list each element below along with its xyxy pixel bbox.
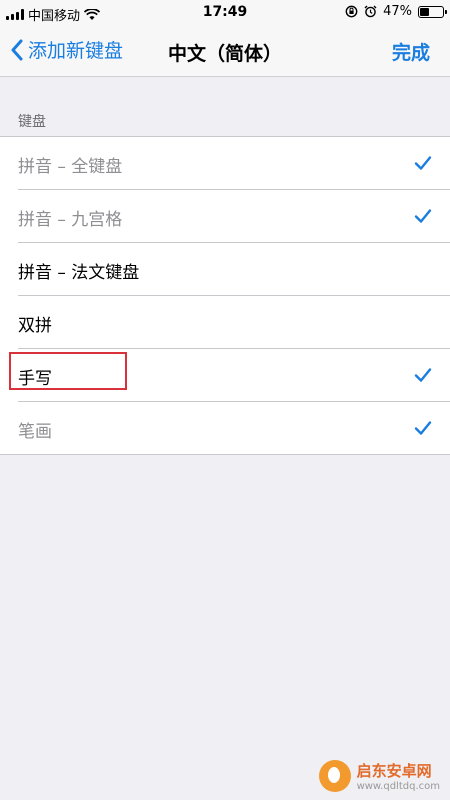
back-button[interactable]: 添加新键盘 — [10, 36, 123, 63]
keyboard-row[interactable]: 笔画 — [18, 402, 450, 454]
status-bar: 中国移动 17:49 47% — [0, 0, 450, 26]
keyboard-row[interactable]: 拼音 – 法文键盘 — [18, 243, 450, 296]
keyboard-row-label: 笔画 — [18, 422, 52, 442]
keyboard-row-label: 拼音 – 法文键盘 — [18, 263, 140, 283]
keyboard-row-label: 拼音 – 全键盘 — [18, 157, 123, 177]
back-button-label: 添加新键盘 — [28, 40, 124, 62]
battery-fill — [420, 7, 430, 16]
watermark-logo-icon — [318, 760, 351, 792]
keyboard-row[interactable]: 拼音 – 九宫格 — [18, 190, 450, 243]
keyboard-row-label: 手写 — [18, 369, 52, 389]
keyboard-row[interactable]: 双拼 — [18, 296, 450, 349]
navigation-bar: 添加新键盘 中文（简体） 完成 — [0, 26, 450, 77]
keyboard-row[interactable]: 手写 — [18, 349, 450, 402]
status-right: 47% — [345, 4, 447, 19]
checkmark-icon — [414, 421, 432, 435]
watermark-url: www.qdltdq.com — [356, 781, 440, 792]
checkmark-icon — [414, 156, 432, 170]
battery-icon — [418, 5, 447, 18]
watermark-name: 启东安卓网 — [356, 762, 432, 780]
keyboard-list: 拼音 – 全键盘 拼音 – 九宫格 拼音 – 法文键盘 双拼手写笔画 — [0, 136, 450, 455]
chevron-left-icon — [11, 39, 23, 60]
battery-percent: 47% — [383, 4, 412, 19]
orientation-lock-icon — [345, 5, 358, 18]
section-header: 键盘 — [18, 114, 46, 130]
watermark: 启东安卓网 www.qdltdq.com — [318, 760, 440, 792]
keyboard-row-label: 双拼 — [18, 316, 52, 336]
checkmark-icon — [414, 209, 432, 223]
checkmark-icon — [414, 368, 432, 382]
keyboard-row-label: 拼音 – 九宫格 — [18, 210, 123, 230]
done-button[interactable]: 完成 — [392, 38, 430, 65]
keyboard-row[interactable]: 拼音 – 全键盘 — [18, 137, 450, 190]
alarm-icon — [364, 5, 377, 18]
